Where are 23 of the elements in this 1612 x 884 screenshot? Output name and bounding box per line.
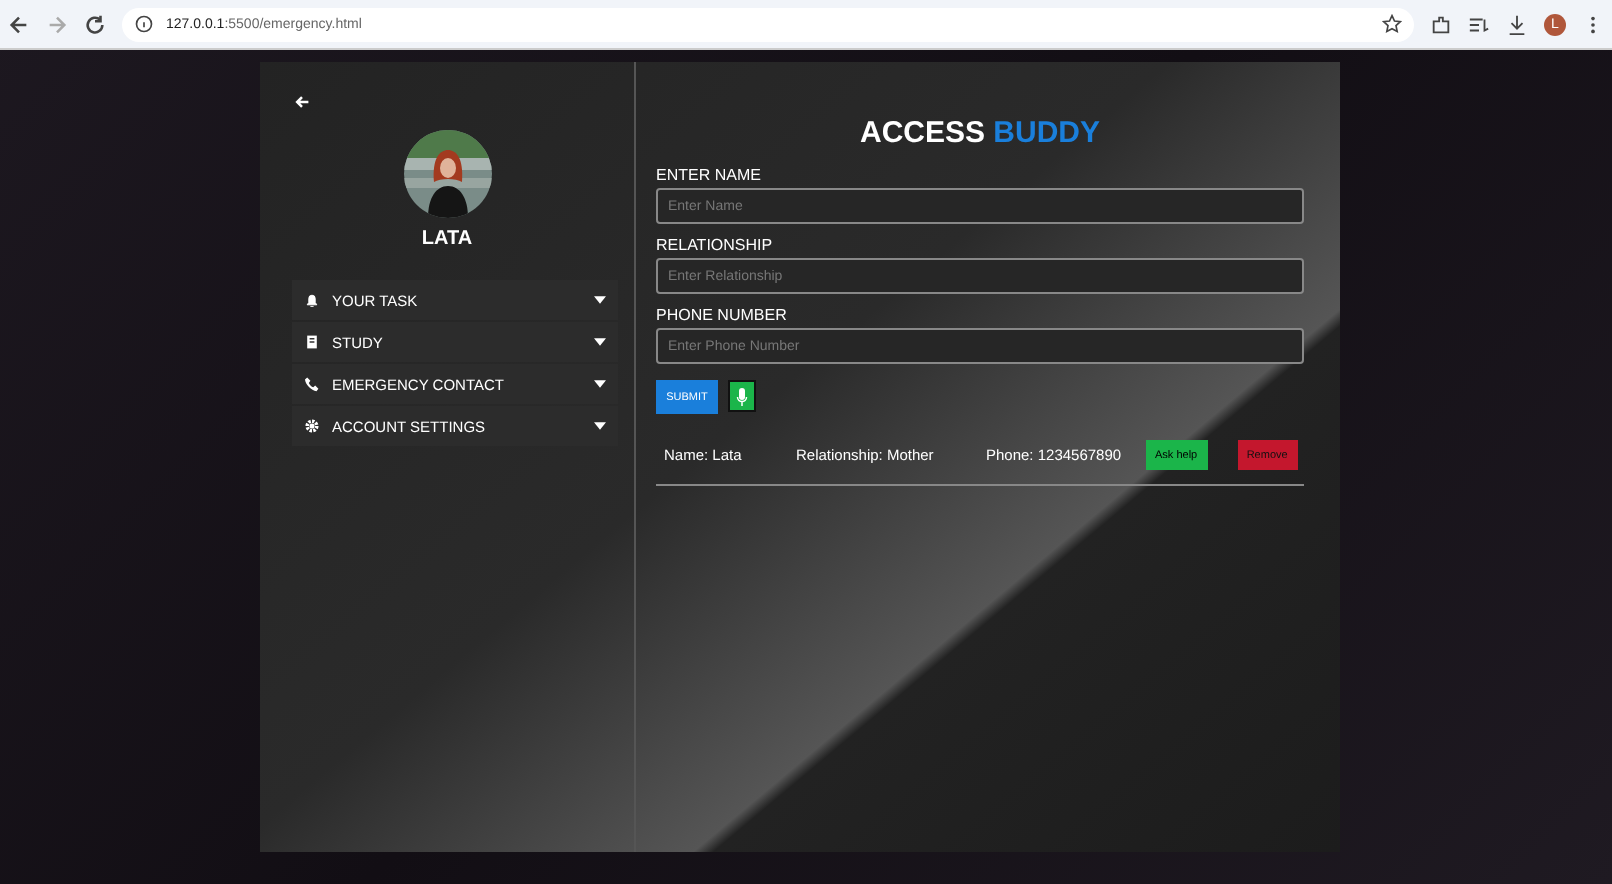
phone-icon: [304, 376, 320, 392]
reload-icon[interactable]: [84, 13, 106, 35]
media-icon[interactable]: [1468, 13, 1490, 35]
user-name: LATA: [421, 228, 473, 250]
book-icon: [304, 334, 320, 350]
site-info-icon[interactable]: [134, 14, 154, 34]
field-label: ENTER NAME: [656, 166, 763, 184]
field-label: RELATIONSHIP: [656, 236, 775, 254]
bell-icon: [304, 292, 320, 308]
caret-icon: [594, 380, 606, 388]
gear-icon: [304, 418, 320, 434]
caret-icon: [594, 296, 606, 304]
bookmark-star-icon[interactable]: [1382, 14, 1402, 34]
extensions-icon[interactable]: [1430, 13, 1452, 35]
microphone-icon: [736, 387, 748, 405]
back-arrow-icon[interactable]: [294, 94, 310, 110]
microphone-button[interactable]: [728, 380, 756, 412]
caret-icon: [594, 338, 606, 346]
caret-icon: [594, 422, 606, 430]
download-icon[interactable]: [1506, 13, 1528, 35]
app-title: ACCESS BUDDY: [857, 116, 1103, 150]
back-icon[interactable]: [8, 13, 30, 35]
field-label: PHONE NUMBER: [656, 306, 789, 324]
